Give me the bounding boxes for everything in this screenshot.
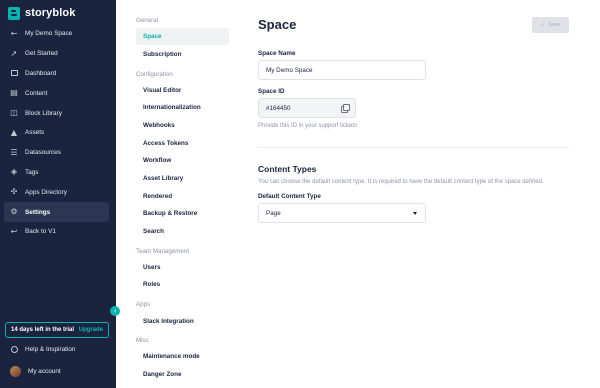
sidebar-item-label: Settings bbox=[25, 208, 51, 216]
subnav-item-maintenance-mode[interactable]: Maintenance mode bbox=[136, 348, 229, 365]
subnav-item-search[interactable]: Search bbox=[136, 223, 229, 240]
space-id-label: Space ID bbox=[258, 88, 285, 95]
subnav-item-roles[interactable]: Roles bbox=[136, 276, 229, 293]
default-content-type-value: Page bbox=[266, 209, 281, 217]
brand-name: storyblok bbox=[25, 7, 76, 19]
dashboard-icon bbox=[10, 69, 18, 77]
content-types-title: Content Types bbox=[258, 164, 317, 174]
copy-icon[interactable] bbox=[341, 104, 350, 113]
settings-subnav: General Space Subscription Configuration… bbox=[116, 0, 235, 388]
save-button[interactable]: ✓ Save bbox=[532, 17, 569, 33]
sidebar-item-label: Datasources bbox=[25, 149, 61, 157]
subnav-item-internationalization[interactable]: Internationalization bbox=[136, 99, 229, 116]
main-sidebar: storyblok ← My Demo Space ➚ Get Started … bbox=[0, 0, 116, 388]
sidebar-item-assets[interactable]: ▲ Assets bbox=[4, 123, 109, 143]
content-icon: ▤ bbox=[10, 88, 18, 98]
sidebar-item-label: Dashboard bbox=[25, 69, 57, 77]
storyblok-logo[interactable]: storyblok bbox=[8, 6, 75, 20]
content-types-description: You can choose the default content type.… bbox=[258, 179, 544, 185]
primary-nav: ← My Demo Space ➚ Get Started Dashboard … bbox=[4, 24, 109, 242]
sidebar-item-label: Back to V1 bbox=[25, 228, 56, 236]
back-icon: ↩ bbox=[10, 226, 18, 236]
sidebar-item-block-library[interactable]: ◫ Block Library bbox=[4, 103, 109, 123]
sidebar-item-tags[interactable]: ◈ Tags bbox=[4, 163, 109, 183]
avatar bbox=[10, 365, 21, 377]
trial-days-text: 14 days left in the trial bbox=[11, 327, 75, 333]
subnav-item-backup-restore[interactable]: Backup & Restore bbox=[136, 205, 229, 222]
sidebar-item-label: Content bbox=[25, 89, 48, 97]
subnav-item-access-tokens[interactable]: Access Tokens bbox=[136, 135, 229, 152]
save-label: Save bbox=[548, 22, 561, 28]
sidebar-item-dashboard[interactable]: Dashboard bbox=[4, 64, 109, 84]
subnav-heading-misc: Misc bbox=[136, 337, 149, 344]
upgrade-link[interactable]: Upgrade bbox=[79, 327, 103, 333]
sidebar-item-label: Get Started bbox=[25, 50, 58, 58]
sidebar-item-label: My Demo Space bbox=[25, 30, 73, 38]
page-title: Space bbox=[258, 17, 297, 32]
check-icon: ✓ bbox=[540, 21, 546, 29]
subnav-item-asset-library[interactable]: Asset Library bbox=[136, 170, 229, 187]
chevron-left-icon: ‹ bbox=[113, 307, 117, 315]
sidebar-item-label: Apps Directory bbox=[25, 188, 67, 196]
subnav-heading-team-management: Team Management bbox=[136, 248, 189, 255]
subnav-item-rendered[interactable]: Rendered bbox=[136, 188, 229, 205]
sidebar-item-settings[interactable]: ⚙ Settings bbox=[4, 202, 109, 222]
sidebar-item-label: Tags bbox=[25, 168, 39, 176]
datasources-icon: ☰ bbox=[10, 147, 18, 157]
sidebar-item-content[interactable]: ▤ Content bbox=[4, 83, 109, 103]
space-id-help: Provide this ID in your support tickets bbox=[258, 123, 358, 129]
sidebar-item-label: Block Library bbox=[25, 109, 62, 117]
subnav-heading-apps: Apps bbox=[136, 301, 151, 308]
subnav-heading-general: General bbox=[136, 17, 159, 24]
gear-icon: ⚙ bbox=[10, 207, 18, 217]
sidebar-item-my-demo-space[interactable]: ← My Demo Space bbox=[4, 24, 109, 44]
space-id-value: #164450 bbox=[266, 104, 291, 112]
default-content-type-select[interactable]: Page bbox=[258, 203, 426, 223]
trial-banner: 14 days left in the trial Upgrade bbox=[5, 322, 109, 338]
subnav-item-subscription[interactable]: Subscription bbox=[136, 46, 229, 63]
subnav-item-users[interactable]: Users bbox=[136, 259, 229, 276]
account-label: My account bbox=[28, 367, 61, 375]
caret-down-icon bbox=[413, 211, 417, 215]
assets-icon: ▲ bbox=[10, 127, 18, 137]
space-name-input[interactable] bbox=[258, 60, 426, 80]
apps-icon: ✣ bbox=[10, 187, 18, 197]
space-id-field: #164450 bbox=[258, 98, 356, 118]
storyblok-logo-icon bbox=[8, 6, 20, 20]
subnav-item-workflow[interactable]: Workflow bbox=[136, 152, 229, 169]
subnav-item-visual-editor[interactable]: Visual Editor bbox=[136, 82, 229, 99]
section-divider bbox=[258, 147, 569, 148]
arrow-left-icon: ← bbox=[10, 28, 18, 38]
my-account-button[interactable]: My account bbox=[4, 362, 109, 380]
tag-icon: ◈ bbox=[10, 167, 18, 177]
help-inspiration-button[interactable]: Help & Inspiration bbox=[4, 340, 109, 358]
subnav-item-webhooks[interactable]: Webhooks bbox=[136, 117, 229, 134]
sidebar-item-back-to-v1[interactable]: ↩ Back to V1 bbox=[4, 222, 109, 242]
subnav-heading-configuration: Configuration bbox=[136, 71, 173, 78]
subnav-item-danger-zone[interactable]: Danger Zone bbox=[136, 366, 229, 383]
rocket-icon: ➚ bbox=[10, 48, 18, 58]
help-label: Help & Inspiration bbox=[25, 345, 76, 353]
collapse-sidebar-button[interactable]: ‹ bbox=[110, 306, 120, 316]
space-name-label: Space Name bbox=[258, 50, 296, 57]
sidebar-item-apps-directory[interactable]: ✣ Apps Directory bbox=[4, 182, 109, 202]
subnav-item-space[interactable]: Space bbox=[136, 28, 229, 45]
subnav-item-slack-integration[interactable]: Slack Integration bbox=[136, 313, 229, 330]
default-content-type-label: Default Content Type bbox=[258, 193, 321, 200]
block-library-icon: ◫ bbox=[10, 108, 18, 118]
sidebar-item-label: Assets bbox=[25, 129, 45, 137]
sidebar-item-datasources[interactable]: ☰ Datasources bbox=[4, 143, 109, 163]
help-icon bbox=[10, 345, 18, 353]
space-settings-panel: Space ✓ Save Space Name Space ID #164450… bbox=[235, 0, 600, 388]
sidebar-item-get-started[interactable]: ➚ Get Started bbox=[4, 44, 109, 64]
